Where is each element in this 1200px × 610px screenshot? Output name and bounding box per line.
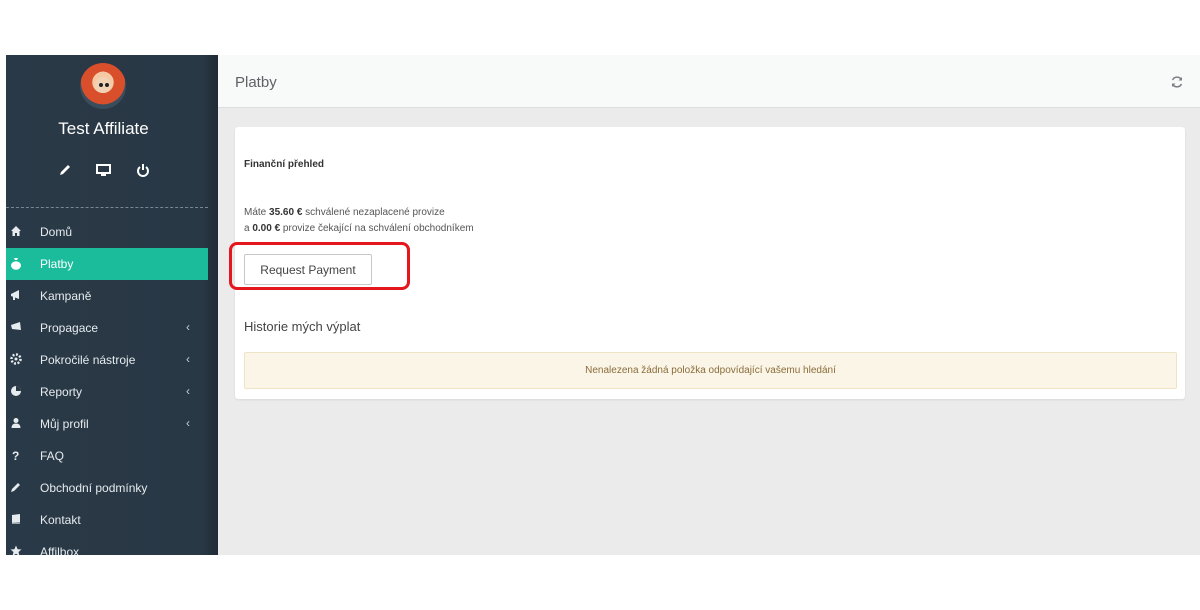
refresh-icon[interactable] (1170, 75, 1184, 89)
sidebar-item-platby[interactable]: Platby (6, 248, 208, 280)
svg-text:?: ? (12, 449, 19, 462)
pending-commission-text: a 0.00 € provize čekající na schválení o… (244, 223, 474, 234)
financial-overview-title: Finanční přehled (244, 159, 325, 170)
money-bag-icon (10, 257, 24, 271)
book-icon (10, 513, 24, 527)
chevron-left-icon[interactable]: ‹ (186, 320, 190, 334)
pie-chart-icon (10, 385, 24, 399)
sidebar-item-obchodni-podminky[interactable]: Obchodní podmínky (6, 472, 208, 504)
pending-amount: 0.00 € (252, 223, 281, 234)
question-icon: ? (10, 449, 24, 463)
sidebar-item-label: Domů (40, 225, 73, 239)
sidebar-divider (6, 207, 208, 208)
sidebar-item-label: FAQ (40, 449, 65, 463)
page-header: Platby (218, 55, 1200, 108)
unpaid-commission-text: Máte 35.60 € schválené nezaplacené provi… (244, 207, 445, 218)
sidebar-item-label: Propagace (40, 321, 99, 335)
sidebar-item-muj-profil[interactable]: Můj profil ‹ (6, 408, 208, 440)
text-suffix: schválené nezaplacené provize (302, 207, 445, 218)
sidebar-item-faq[interactable]: ? FAQ (6, 440, 208, 472)
star-icon (10, 545, 24, 555)
sidebar-item-label: Obchodní podmínky (40, 481, 148, 495)
chevron-left-icon[interactable]: ‹ (186, 352, 190, 366)
chevron-left-icon[interactable]: ‹ (186, 384, 190, 398)
user-actions (56, 163, 156, 183)
power-icon[interactable] (136, 163, 150, 177)
sidebar-item-kontakt[interactable]: Kontakt (6, 504, 208, 536)
sidebar-item-label: Můj profil (40, 417, 89, 431)
user-avatar[interactable] (80, 63, 126, 109)
pencil-icon[interactable] (58, 163, 72, 177)
sidebar-nav: Domů Platby Kampaně Propagace ‹ Pokročil… (6, 216, 208, 555)
sidebar-item-label: Affilbox (40, 545, 80, 555)
user-icon (10, 417, 24, 431)
sidebar-item-label: Kampaně (40, 289, 92, 303)
pencil-icon (10, 481, 24, 495)
request-payment-button[interactable]: Request Payment (244, 254, 372, 285)
main-content: Platby Finanční přehled Máte 35.60 € sch… (218, 55, 1200, 555)
user-name: Test Affiliate (58, 119, 149, 138)
text-suffix: provize čekající na schválení obchodníke… (280, 223, 474, 234)
sidebar: Test Affiliate Domů Platby Kampaně Propa… (6, 55, 218, 555)
empty-results-message: Nenalezena žádná položka odpovídající va… (244, 352, 1177, 389)
payout-history-title: Historie mých výplat (244, 319, 361, 334)
sidebar-item-pokrocile-nastroje[interactable]: Pokročilé nástroje ‹ (6, 344, 208, 376)
gear-icon (10, 353, 24, 367)
app-window: Test Affiliate Domů Platby Kampaně Propa… (6, 55, 1200, 555)
monitor-icon[interactable] (96, 163, 111, 177)
text-prefix: Máte (244, 207, 270, 218)
payments-card: Finanční přehled Máte 35.60 € schválené … (229, 127, 1185, 399)
sidebar-item-label: Pokročilé nástroje (40, 353, 136, 367)
sidebar-item-label: Reporty (40, 385, 83, 399)
sidebar-item-propagace[interactable]: Propagace ‹ (6, 312, 208, 344)
home-icon (10, 225, 24, 239)
avatar-eye (105, 83, 109, 87)
sidebar-item-label: Platby (40, 257, 74, 271)
avatar-eye (99, 83, 103, 87)
bullhorn-icon (10, 289, 24, 303)
sidebar-item-domu[interactable]: Domů (6, 216, 208, 248)
bullhorn-icon (10, 321, 24, 335)
page-title: Platby (235, 74, 277, 91)
sidebar-item-label: Kontakt (40, 513, 81, 527)
unpaid-amount: 35.60 € (269, 207, 303, 218)
chevron-left-icon[interactable]: ‹ (186, 416, 190, 430)
sidebar-item-kampane[interactable]: Kampaně (6, 280, 208, 312)
sidebar-item-affilbox[interactable]: Affilbox (6, 536, 208, 555)
sidebar-item-reporty[interactable]: Reporty ‹ (6, 376, 208, 408)
